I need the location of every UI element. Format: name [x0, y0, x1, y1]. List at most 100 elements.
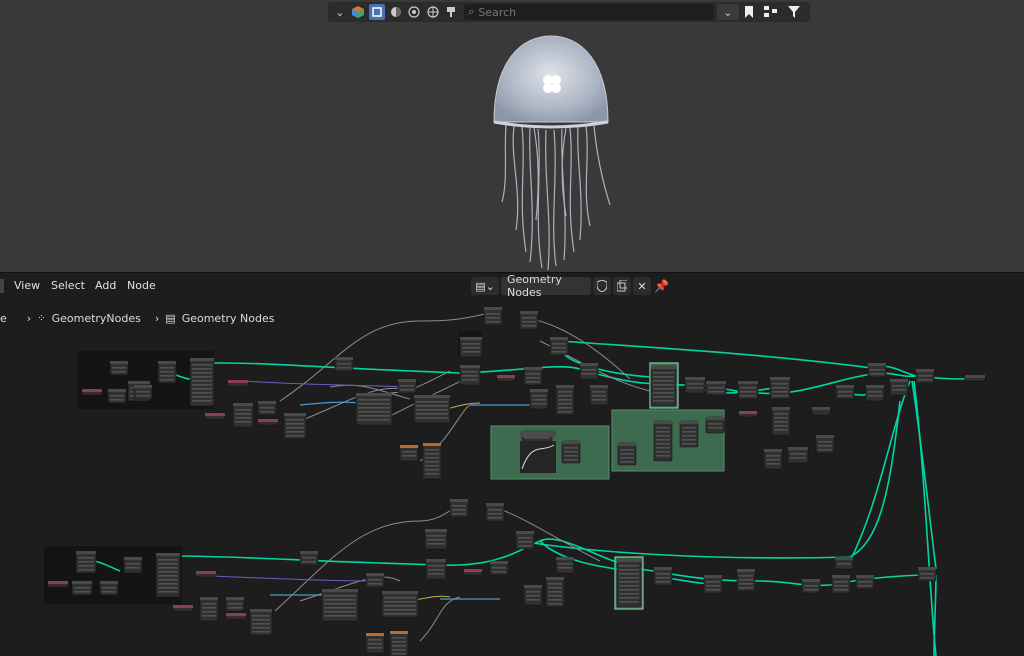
graph-node[interactable]: [413, 394, 451, 424]
graph-node[interactable]: [523, 366, 543, 386]
graph-node[interactable]: [449, 498, 469, 518]
graph-node[interactable]: [225, 596, 245, 612]
graph-node[interactable]: [549, 336, 569, 356]
graph-node[interactable]: [489, 560, 509, 576]
graph-node[interactable]: [915, 368, 935, 384]
graph-node[interactable]: [763, 448, 783, 470]
graph-node[interactable]: [653, 566, 673, 586]
graph-node[interactable]: [399, 444, 419, 462]
graph-node[interactable]: [381, 590, 419, 618]
search-box[interactable]: ⌕: [464, 4, 715, 20]
graph-node[interactable]: [204, 412, 226, 420]
graph-node[interactable]: [705, 380, 727, 396]
graph-node[interactable]: [321, 588, 359, 622]
graph-node[interactable]: [99, 580, 119, 596]
bookmark-icon[interactable]: [742, 4, 758, 20]
graph-node[interactable]: [555, 556, 575, 574]
graph-node[interactable]: [738, 410, 758, 418]
graph-node[interactable]: [133, 384, 153, 400]
graph-node[interactable]: [459, 364, 481, 386]
graph-node[interactable]: [123, 556, 143, 574]
graph-node[interactable]: [555, 384, 575, 416]
graph-node[interactable]: [227, 379, 249, 387]
graph-node[interactable]: [703, 574, 723, 594]
graph-node[interactable]: [249, 608, 273, 636]
graph-node[interactable]: [616, 558, 642, 608]
graph-node[interactable]: [855, 574, 875, 590]
graph-node[interactable]: [422, 442, 442, 480]
graph-node[interactable]: [801, 578, 821, 594]
graph-node[interactable]: [811, 406, 831, 416]
graph-node[interactable]: [199, 596, 219, 622]
graph-node[interactable]: [523, 584, 543, 606]
brush-icon[interactable]: [444, 4, 460, 20]
graph-node[interactable]: [787, 446, 809, 464]
graph-node[interactable]: [232, 402, 254, 428]
graph-node[interactable]: [561, 440, 581, 464]
graph-node[interactable]: [650, 365, 677, 407]
graph-node[interactable]: [684, 376, 706, 394]
graph-node[interactable]: [579, 362, 599, 380]
chevron-down-icon[interactable]: ⌄: [717, 4, 739, 20]
graph-node[interactable]: [257, 418, 279, 426]
graph-node[interactable]: [545, 576, 565, 608]
graph-node[interactable]: [189, 357, 215, 407]
graph-node[interactable]: [81, 388, 103, 396]
object-type-icon[interactable]: [351, 4, 367, 20]
graph-node[interactable]: [589, 384, 609, 406]
graph-node[interactable]: [831, 574, 851, 594]
graph-node[interactable]: [737, 380, 759, 400]
graph-node[interactable]: [47, 580, 69, 588]
graph-node[interactable]: [365, 572, 385, 588]
graph-node[interactable]: [515, 530, 535, 550]
hierarchy-icon[interactable]: [760, 4, 781, 20]
graph-node[interactable]: [155, 552, 181, 598]
graph-node[interactable]: [225, 612, 247, 620]
graph-node[interactable]: [483, 306, 503, 326]
filter-icon[interactable]: [785, 4, 806, 20]
render-shading-icon[interactable]: [425, 4, 441, 20]
rendered-shading-icon[interactable]: [406, 4, 422, 20]
material-shading-icon[interactable]: [388, 4, 404, 20]
graph-node[interactable]: [736, 568, 756, 592]
node-editor[interactable]: View Select Add Node ▤ ⌄ Geometry Nodes ✕…: [0, 272, 1024, 656]
graph-node[interactable]: [459, 336, 483, 358]
jellyfish-model[interactable]: [470, 30, 630, 272]
graph-node[interactable]: [283, 412, 307, 440]
chevron-down-icon[interactable]: ⌄: [332, 4, 348, 20]
graph-node[interactable]: [463, 568, 483, 576]
graph-node[interactable]: [964, 374, 986, 382]
graph-node[interactable]: [424, 528, 448, 550]
graph-node[interactable]: [75, 550, 97, 574]
graph-node[interactable]: [867, 362, 887, 378]
graph-node[interactable]: [172, 604, 194, 612]
solid-shading-icon[interactable]: [369, 4, 385, 20]
graph-node[interactable]: [257, 400, 277, 416]
graph-node[interactable]: [917, 566, 937, 582]
graph-node[interactable]: [529, 388, 549, 410]
graph-node[interactable]: [299, 550, 319, 566]
graph-node[interactable]: [397, 378, 417, 394]
graph-node[interactable]: [365, 632, 385, 654]
graph-node[interactable]: [157, 360, 177, 384]
graph-node[interactable]: [653, 420, 673, 462]
graph-node[interactable]: [109, 360, 129, 376]
graph-node[interactable]: [496, 374, 516, 382]
graph-node[interactable]: [519, 310, 539, 330]
graph-node[interactable]: [705, 416, 725, 434]
graph-node[interactable]: [425, 558, 447, 580]
search-input[interactable]: [478, 5, 699, 19]
graph-node[interactable]: [355, 392, 393, 426]
graph-node[interactable]: [865, 384, 885, 402]
graph-node[interactable]: [769, 376, 791, 400]
graph-node[interactable]: [834, 556, 854, 570]
graph-node[interactable]: [485, 502, 505, 522]
3d-viewport[interactable]: ⌄ ⌕ ⌄: [0, 0, 1024, 272]
graph-node[interactable]: [815, 434, 835, 454]
graph-node[interactable]: [889, 378, 909, 396]
graph-node[interactable]: [617, 442, 637, 466]
graph-node[interactable]: [71, 580, 93, 596]
node-graph[interactable]: [0, 273, 1024, 656]
graph-node[interactable]: [771, 406, 791, 436]
graph-node[interactable]: [107, 388, 127, 404]
